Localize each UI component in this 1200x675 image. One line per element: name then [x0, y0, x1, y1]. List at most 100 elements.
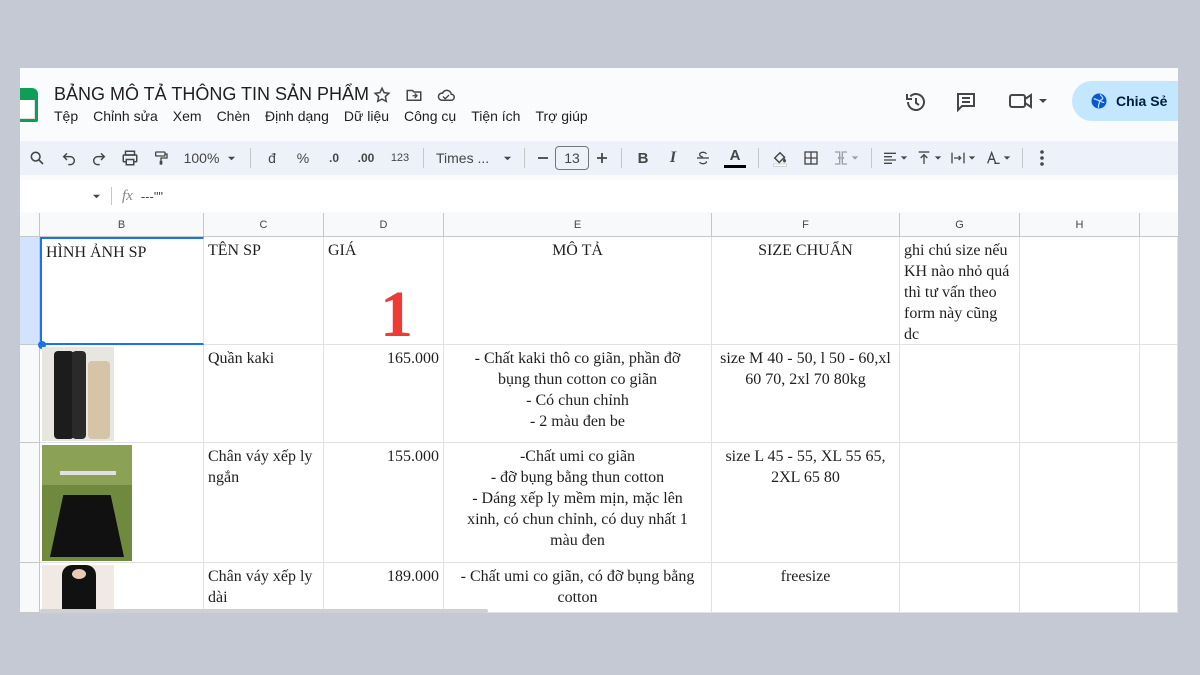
- text-wrapping-icon[interactable]: [946, 144, 980, 172]
- cloud-status-icon[interactable]: [436, 85, 456, 105]
- menu-extensions[interactable]: Tiện ích: [471, 108, 520, 124]
- text-color-icon[interactable]: A: [718, 144, 752, 172]
- image-cell[interactable]: [40, 443, 204, 563]
- menu-tools[interactable]: Công cụ: [404, 108, 456, 124]
- column-header-f[interactable]: F: [712, 213, 900, 237]
- increase-font-size-button[interactable]: [589, 144, 615, 172]
- price-cell[interactable]: 189.000: [324, 563, 444, 613]
- empty-cell[interactable]: [1020, 443, 1140, 563]
- horizontal-align-icon[interactable]: [878, 144, 912, 172]
- italic-icon[interactable]: I: [658, 144, 688, 172]
- column-header-h[interactable]: H: [1020, 213, 1140, 237]
- formula-input[interactable]: ---"": [141, 189, 163, 204]
- formula-bar: fx ---"": [20, 180, 1178, 212]
- search-menus-icon[interactable]: [20, 144, 54, 172]
- empty-cell[interactable]: [1140, 443, 1178, 563]
- menu-data[interactable]: Dữ liệu: [344, 108, 389, 124]
- share-button[interactable]: Chia Sẻ: [1072, 81, 1178, 121]
- comments-icon[interactable]: [954, 90, 978, 119]
- fill-color-icon[interactable]: [765, 144, 795, 172]
- font-family-select[interactable]: Times ...: [430, 144, 518, 172]
- header-cell-size[interactable]: SIZE CHUẨN: [712, 237, 900, 345]
- strikethrough-icon[interactable]: [688, 144, 718, 172]
- empty-cell[interactable]: [900, 345, 1020, 443]
- column-header-i[interactable]: [1140, 213, 1178, 237]
- header-cell-description[interactable]: MÔ TẢ: [444, 237, 712, 345]
- increase-decimal-button[interactable]: .00: [349, 144, 383, 172]
- menu-edit[interactable]: Chỉnh sửa: [93, 108, 158, 124]
- move-to-folder-icon[interactable]: [404, 85, 424, 105]
- merge-cells-icon[interactable]: [827, 144, 865, 172]
- version-history-icon[interactable]: [904, 90, 928, 119]
- price-cell[interactable]: 155.000: [324, 443, 444, 563]
- more-formats-button[interactable]: 123: [383, 144, 417, 172]
- description-cell[interactable]: - Chất kaki thô co giãn, phần đỡ bụng th…: [444, 345, 712, 443]
- more-options-icon[interactable]: [1029, 144, 1055, 172]
- menu-format[interactable]: Định dạng: [265, 108, 329, 124]
- row-header[interactable]: [20, 443, 40, 563]
- redo-icon[interactable]: [84, 144, 114, 172]
- menu-insert[interactable]: Chèn: [217, 108, 250, 124]
- description-line: cotton: [557, 589, 598, 606]
- column-header-g[interactable]: G: [900, 213, 1020, 237]
- paint-format-icon[interactable]: [146, 144, 176, 172]
- image-cell[interactable]: [40, 563, 204, 613]
- menu-view[interactable]: Xem: [173, 108, 202, 124]
- empty-cell[interactable]: [1020, 563, 1140, 613]
- size-cell[interactable]: size M 40 - 50, l 50 - 60,xl 60 70, 2xl …: [712, 345, 900, 443]
- text-rotation-icon[interactable]: [980, 144, 1016, 172]
- description-line: - 2 màu đen be: [529, 413, 626, 430]
- empty-cell[interactable]: [1020, 237, 1140, 345]
- percent-format-button[interactable]: %: [287, 144, 319, 172]
- column-header-e[interactable]: E: [444, 213, 712, 237]
- column-header-c[interactable]: C: [204, 213, 324, 237]
- image-cell[interactable]: [40, 345, 204, 443]
- star-icon[interactable]: [372, 85, 392, 105]
- sheets-logo-icon[interactable]: [20, 88, 38, 122]
- decrease-font-size-button[interactable]: [531, 144, 555, 172]
- row-header[interactable]: [20, 237, 40, 345]
- product-name-cell[interactable]: Quần kaki: [204, 345, 324, 443]
- menu-file[interactable]: Tệp: [54, 108, 78, 124]
- description-cell[interactable]: - Chất umi co giãn, có đỡ bụng bằng cott…: [444, 563, 712, 613]
- product-name-cell[interactable]: Chân váy xếp ly ngắn: [204, 443, 324, 563]
- size-cell[interactable]: freesize: [712, 563, 900, 613]
- description-cell[interactable]: -Chất umi co giãn - đỡ bụng bằng thun co…: [444, 443, 712, 563]
- currency-format-button[interactable]: đ: [257, 144, 287, 172]
- empty-cell[interactable]: [900, 443, 1020, 563]
- title-actions: [372, 85, 456, 105]
- chevron-down-icon[interactable]: [92, 192, 101, 201]
- borders-icon[interactable]: [795, 144, 827, 172]
- horizontal-scrollbar[interactable]: [40, 609, 488, 613]
- column-header-b[interactable]: B: [40, 213, 204, 237]
- header-cell-image[interactable]: HÌNH ẢNH SP: [40, 237, 204, 345]
- empty-cell[interactable]: [900, 563, 1020, 613]
- toolbar: 100% đ % .0 .00 123 Times ... 13 B I A: [20, 141, 1178, 175]
- size-cell[interactable]: size L 45 - 55, XL 55 65, 2XL 65 80: [712, 443, 900, 563]
- row-header[interactable]: [20, 345, 40, 443]
- bold-icon[interactable]: B: [628, 144, 658, 172]
- empty-cell[interactable]: [1140, 237, 1178, 345]
- font-size-input[interactable]: 13: [555, 146, 589, 170]
- column-header-d[interactable]: D: [324, 213, 444, 237]
- empty-cell[interactable]: [1140, 345, 1178, 443]
- meet-button[interactable]: [1008, 90, 1048, 112]
- empty-cell[interactable]: [1020, 345, 1140, 443]
- toolbar-divider: [758, 148, 759, 168]
- product-image-short-skirt: [42, 445, 132, 561]
- undo-icon[interactable]: [54, 144, 84, 172]
- empty-cell[interactable]: [1140, 563, 1178, 613]
- header-cell-note[interactable]: ghi chú size nếu KH nào nhỏ quá thì tư v…: [900, 237, 1020, 345]
- print-icon[interactable]: [114, 144, 146, 172]
- vertical-align-icon[interactable]: [912, 144, 946, 172]
- header-cell-name[interactable]: TÊN SP: [204, 237, 324, 345]
- select-all-corner[interactable]: [20, 213, 40, 237]
- price-cell[interactable]: 165.000: [324, 345, 444, 443]
- row-header[interactable]: [20, 563, 40, 613]
- menu-help[interactable]: Trợ giúp: [535, 108, 587, 124]
- zoom-select[interactable]: 100%: [176, 144, 244, 172]
- document-title[interactable]: BẢNG MÔ TẢ THÔNG TIN SẢN PHẨM: [54, 84, 369, 105]
- decrease-decimal-button[interactable]: .0: [319, 144, 349, 172]
- product-name-cell[interactable]: Chân váy xếp ly dài: [204, 563, 324, 613]
- zoom-value: 100%: [183, 150, 220, 166]
